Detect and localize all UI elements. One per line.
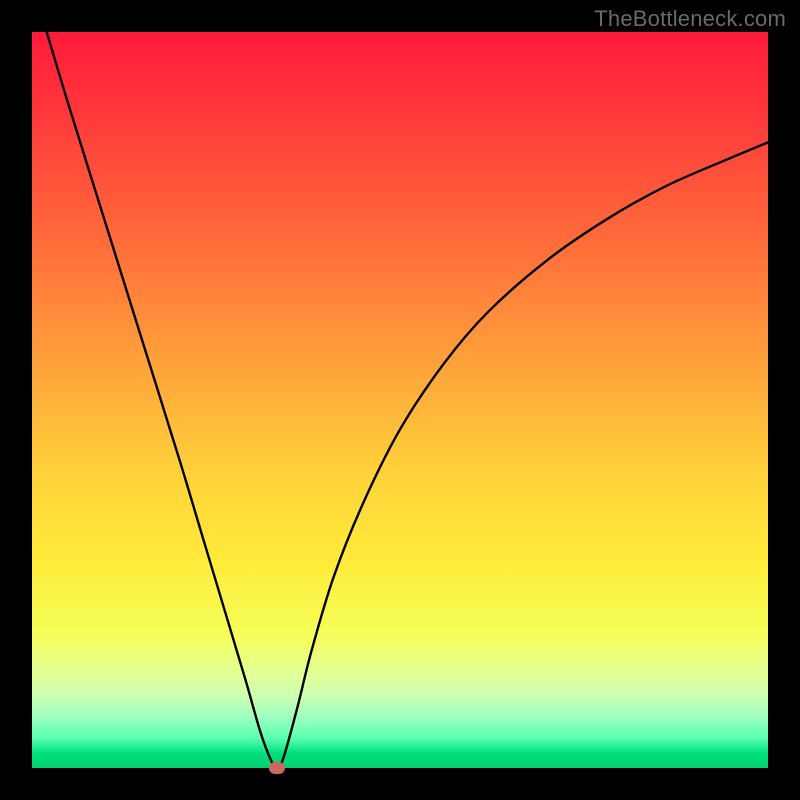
chart-frame: TheBottleneck.com bbox=[0, 0, 800, 800]
plot-area bbox=[32, 32, 768, 768]
minimum-marker bbox=[269, 762, 285, 774]
curve-svg bbox=[32, 32, 768, 768]
watermark-text: TheBottleneck.com bbox=[594, 6, 786, 32]
bottleneck-curve-path bbox=[47, 32, 768, 768]
